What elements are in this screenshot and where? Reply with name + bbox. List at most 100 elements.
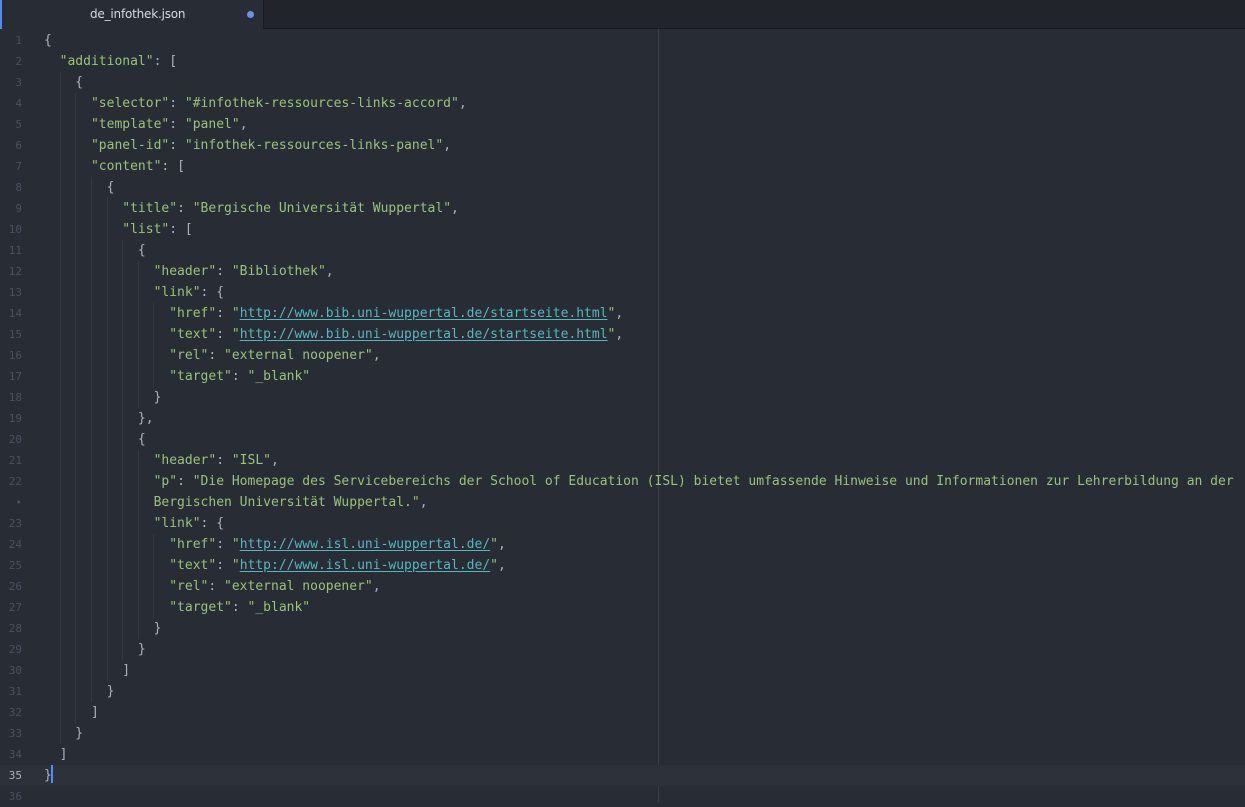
line-number[interactable]: 19 — [0, 408, 22, 429]
code-line[interactable]: 29 } — [0, 639, 1245, 660]
url-link[interactable]: http://www.bib.uni-wuppertal.de/startsei… — [240, 306, 608, 321]
line-number[interactable]: 12 — [0, 261, 22, 282]
code-line[interactable]: 34 ] — [0, 744, 1245, 765]
line-number[interactable]: 27 — [0, 597, 22, 618]
code-line[interactable]: 7 "content": [ — [0, 156, 1245, 177]
code-text[interactable]: ] — [44, 702, 99, 723]
code-line[interactable]: 13 "link": { — [0, 282, 1245, 303]
code-text[interactable]: "target": "_blank" — [44, 597, 310, 618]
code-line[interactable]: 15 "text": "http://www.bib.uni-wuppertal… — [0, 324, 1245, 345]
code-line[interactable]: 17 "target": "_blank" — [0, 366, 1245, 387]
code-text[interactable]: } — [44, 639, 146, 660]
code-line[interactable]: 18 } — [0, 387, 1245, 408]
line-number[interactable]: 18 — [0, 387, 22, 408]
line-number[interactable]: 4 — [0, 93, 22, 114]
code-text[interactable]: "template": "panel", — [44, 114, 248, 135]
code-text[interactable]: { — [44, 240, 146, 261]
code-text[interactable]: } — [44, 765, 53, 786]
line-number[interactable]: 16 — [0, 345, 22, 366]
line-number[interactable]: 13 — [0, 282, 22, 303]
code-line[interactable]: 30 ] — [0, 660, 1245, 681]
code-line[interactable]: 32 ] — [0, 702, 1245, 723]
code-line[interactable]: 2 "additional": [ — [0, 51, 1245, 72]
code-line[interactable]: 21 "header": "ISL", — [0, 450, 1245, 471]
modified-dot-icon[interactable] — [247, 11, 254, 18]
line-number[interactable]: 10 — [0, 219, 22, 240]
line-number[interactable]: 28 — [0, 618, 22, 639]
line-number[interactable]: 32 — [0, 702, 22, 723]
code-text[interactable]: "text": "http://www.isl.uni-wuppertal.de… — [44, 555, 506, 576]
line-number[interactable]: 23 — [0, 513, 22, 534]
line-number[interactable]: 14 — [0, 303, 22, 324]
code-line[interactable]: 12 "header": "Bibliothek", — [0, 261, 1245, 282]
line-number[interactable]: 20 — [0, 429, 22, 450]
code-line[interactable]: 24 "href": "http://www.isl.uni-wuppertal… — [0, 534, 1245, 555]
code-text[interactable]: "content": [ — [44, 156, 185, 177]
tab-de-infothek-json[interactable]: de_infothek.json — [0, 0, 264, 29]
line-number[interactable]: 5 — [0, 114, 22, 135]
line-number[interactable]: 17 — [0, 366, 22, 387]
code-line[interactable]: 9 "title": "Bergische Universität Wupper… — [0, 198, 1245, 219]
code-line[interactable]: 16 "rel": "external noopener", — [0, 345, 1245, 366]
code-line[interactable]: 27 "target": "_blank" — [0, 597, 1245, 618]
code-line[interactable]: 10 "list": [ — [0, 219, 1245, 240]
line-number[interactable]: • — [0, 492, 22, 513]
line-number[interactable]: 1 — [0, 30, 22, 51]
code-line[interactable]: 36 — [0, 786, 1245, 807]
code-text[interactable]: "list": [ — [44, 219, 192, 240]
code-text[interactable]: "panel-id": "infothek-ressources-links-p… — [44, 135, 451, 156]
code-line[interactable]: 19 }, — [0, 408, 1245, 429]
code-line[interactable]: 26 "rel": "external noopener", — [0, 576, 1245, 597]
code-text[interactable]: "rel": "external noopener", — [44, 576, 380, 597]
line-number[interactable]: 35 — [0, 765, 22, 786]
code-line[interactable]: 20 { — [0, 429, 1245, 450]
line-number[interactable]: 7 — [0, 156, 22, 177]
code-line[interactable]: 23 "link": { — [0, 513, 1245, 534]
code-text[interactable]: "target": "_blank" — [44, 366, 310, 387]
line-number[interactable]: 25 — [0, 555, 22, 576]
line-number[interactable]: 30 — [0, 660, 22, 681]
code-text[interactable]: { — [44, 429, 146, 450]
code-text[interactable]: "text": "http://www.bib.uni-wuppertal.de… — [44, 324, 623, 345]
line-number[interactable]: 31 — [0, 681, 22, 702]
code-line[interactable]: 1{ — [0, 30, 1245, 51]
code-line[interactable]: 5 "template": "panel", — [0, 114, 1245, 135]
code-line[interactable]: • Bergischen Universität Wuppertal.", — [0, 492, 1245, 513]
url-link[interactable]: http://www.bib.uni-wuppertal.de/startsei… — [240, 327, 608, 342]
code-line[interactable]: 14 "href": "http://www.bib.uni-wuppertal… — [0, 303, 1245, 324]
line-number[interactable]: 29 — [0, 639, 22, 660]
code-line[interactable]: 22 "p": "Die Homepage des Servicebereich… — [0, 471, 1245, 492]
code-text[interactable]: } — [44, 618, 162, 639]
code-line[interactable]: 31 } — [0, 681, 1245, 702]
url-link[interactable]: http://www.isl.uni-wuppertal.de/ — [240, 558, 490, 573]
code-line[interactable]: 35} — [0, 765, 1245, 786]
code-text[interactable]: "title": "Bergische Universität Wupperta… — [44, 198, 459, 219]
code-text[interactable]: ] — [44, 660, 130, 681]
code-text[interactable]: "additional": [ — [44, 51, 177, 72]
line-number[interactable]: 36 — [0, 786, 22, 807]
code-line[interactable]: 3 { — [0, 72, 1245, 93]
line-number[interactable]: 33 — [0, 723, 22, 744]
code-text[interactable]: { — [44, 177, 115, 198]
code-text[interactable]: "header": "Bibliothek", — [44, 261, 334, 282]
url-link[interactable]: http://www.isl.uni-wuppertal.de/ — [240, 537, 490, 552]
code-line[interactable]: 28 } — [0, 618, 1245, 639]
line-number[interactable]: 15 — [0, 324, 22, 345]
code-text[interactable]: Bergischen Universität Wuppertal.", — [44, 492, 428, 513]
code-text[interactable]: } — [44, 387, 162, 408]
line-number[interactable]: 24 — [0, 534, 22, 555]
code-text[interactable]: { — [44, 30, 52, 51]
line-number[interactable]: 21 — [0, 450, 22, 471]
code-text[interactable]: "header": "ISL", — [44, 450, 279, 471]
code-text[interactable]: "link": { — [44, 282, 224, 303]
code-text[interactable]: "link": { — [44, 513, 224, 534]
code-line[interactable]: 33 } — [0, 723, 1245, 744]
code-text[interactable]: }, — [44, 408, 154, 429]
line-number[interactable]: 11 — [0, 240, 22, 261]
code-text[interactable]: "href": "http://www.isl.uni-wuppertal.de… — [44, 534, 506, 555]
code-text[interactable]: } — [44, 723, 83, 744]
line-number[interactable]: 2 — [0, 51, 22, 72]
code-text[interactable]: "selector": "#infothek-ressources-links-… — [44, 93, 467, 114]
code-line[interactable]: 4 "selector": "#infothek-ressources-link… — [0, 93, 1245, 114]
code-line[interactable]: 6 "panel-id": "infothek-ressources-links… — [0, 135, 1245, 156]
